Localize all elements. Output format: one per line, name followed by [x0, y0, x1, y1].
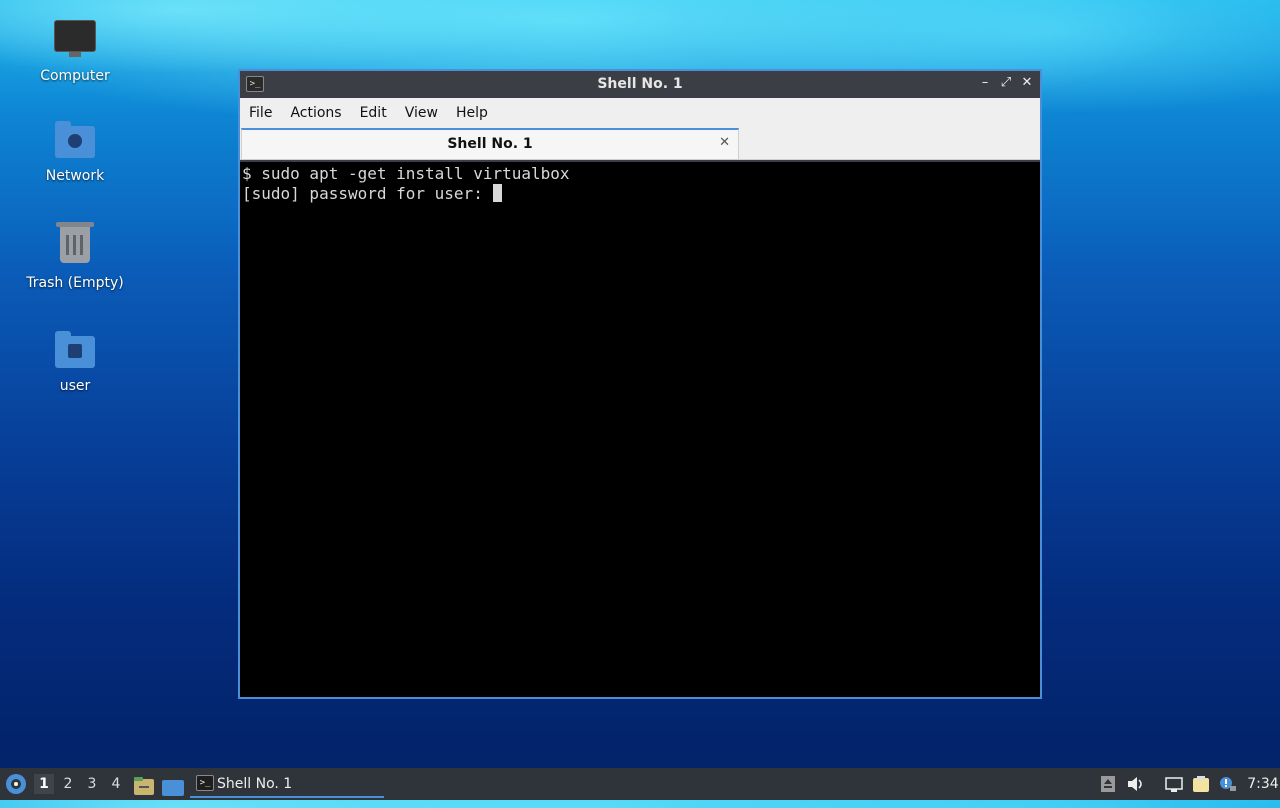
desktop-icon-computer[interactable]: Computer — [18, 16, 132, 84]
taskbar-task-shell[interactable]: >_ Shell No. 1 — [190, 770, 384, 798]
text-cursor — [493, 184, 503, 202]
desktop-icon-label: Computer — [40, 68, 110, 84]
tab-label: Shell No. 1 — [447, 136, 533, 152]
eject-icon[interactable] — [1100, 776, 1116, 792]
tab-shell-1[interactable]: Shell No. 1 ✕ — [241, 128, 739, 159]
terminal-icon: >_ — [196, 775, 214, 791]
workspace-3[interactable]: 3 — [82, 774, 102, 794]
show-desktop-icon — [162, 780, 184, 796]
computer-icon — [54, 20, 96, 62]
window-title: Shell No. 1 — [597, 76, 683, 92]
workspace-4[interactable]: 4 — [106, 774, 126, 794]
volume-icon[interactable] — [1127, 776, 1143, 792]
tab-close-icon[interactable]: ✕ — [719, 135, 730, 150]
start-menu-button[interactable] — [4, 772, 28, 796]
desktop-icon-label: user — [59, 378, 91, 394]
workspace-2[interactable]: 2 — [58, 774, 78, 794]
terminal-output[interactable]: $ sudo apt -get install virtualbox [sudo… — [240, 162, 1040, 697]
close-button[interactable]: ✕ — [1018, 74, 1036, 92]
menu-help[interactable]: Help — [447, 98, 497, 128]
file-manager-icon — [134, 777, 154, 795]
menu-bar: File Actions Edit View Help — [240, 98, 1040, 128]
menu-actions[interactable]: Actions — [281, 98, 350, 128]
file-manager-launcher[interactable] — [134, 775, 154, 795]
terminal-line: [sudo] password for user: — [242, 184, 493, 203]
desktop-icon-label: Network — [45, 168, 105, 184]
show-desktop-button[interactable] — [162, 776, 184, 796]
trash-icon — [54, 222, 96, 269]
minimize-button[interactable]: – — [976, 74, 994, 92]
home-folder-icon — [54, 330, 96, 372]
tab-strip: Shell No. 1 ✕ — [240, 128, 1040, 160]
menu-edit[interactable]: Edit — [351, 98, 396, 128]
app-menu-icon — [6, 774, 26, 794]
network-icon[interactable] — [1165, 776, 1183, 792]
window-titlebar[interactable]: >_ Shell No. 1 – ⤢ ✕ — [240, 71, 1040, 98]
taskbar: 1 2 3 4 >_ Shell No. 1 7:34 — [0, 768, 1280, 800]
maximize-button[interactable]: ⤢ — [997, 74, 1015, 92]
clipboard-icon[interactable] — [1192, 776, 1210, 792]
clock[interactable]: 7:34 — [1246, 768, 1280, 800]
menu-view[interactable]: View — [396, 98, 447, 128]
task-label: Shell No. 1 — [217, 776, 293, 792]
notification-icon[interactable] — [1218, 776, 1236, 792]
desktop-icon-network[interactable]: Network — [18, 120, 132, 184]
desktop-icon-trash[interactable]: Trash (Empty) — [18, 222, 132, 291]
desktop-icon-user-home[interactable]: user — [18, 330, 132, 394]
workspace-1[interactable]: 1 — [34, 774, 54, 794]
desktop-icon-label: Trash (Empty) — [26, 275, 124, 291]
network-folder-icon — [54, 120, 96, 162]
menu-file[interactable]: File — [240, 98, 281, 128]
terminal-window[interactable]: >_ Shell No. 1 – ⤢ ✕ File Actions Edit View… — [238, 69, 1042, 699]
terminal-line: $ sudo apt -get install virtualbox — [242, 164, 570, 183]
